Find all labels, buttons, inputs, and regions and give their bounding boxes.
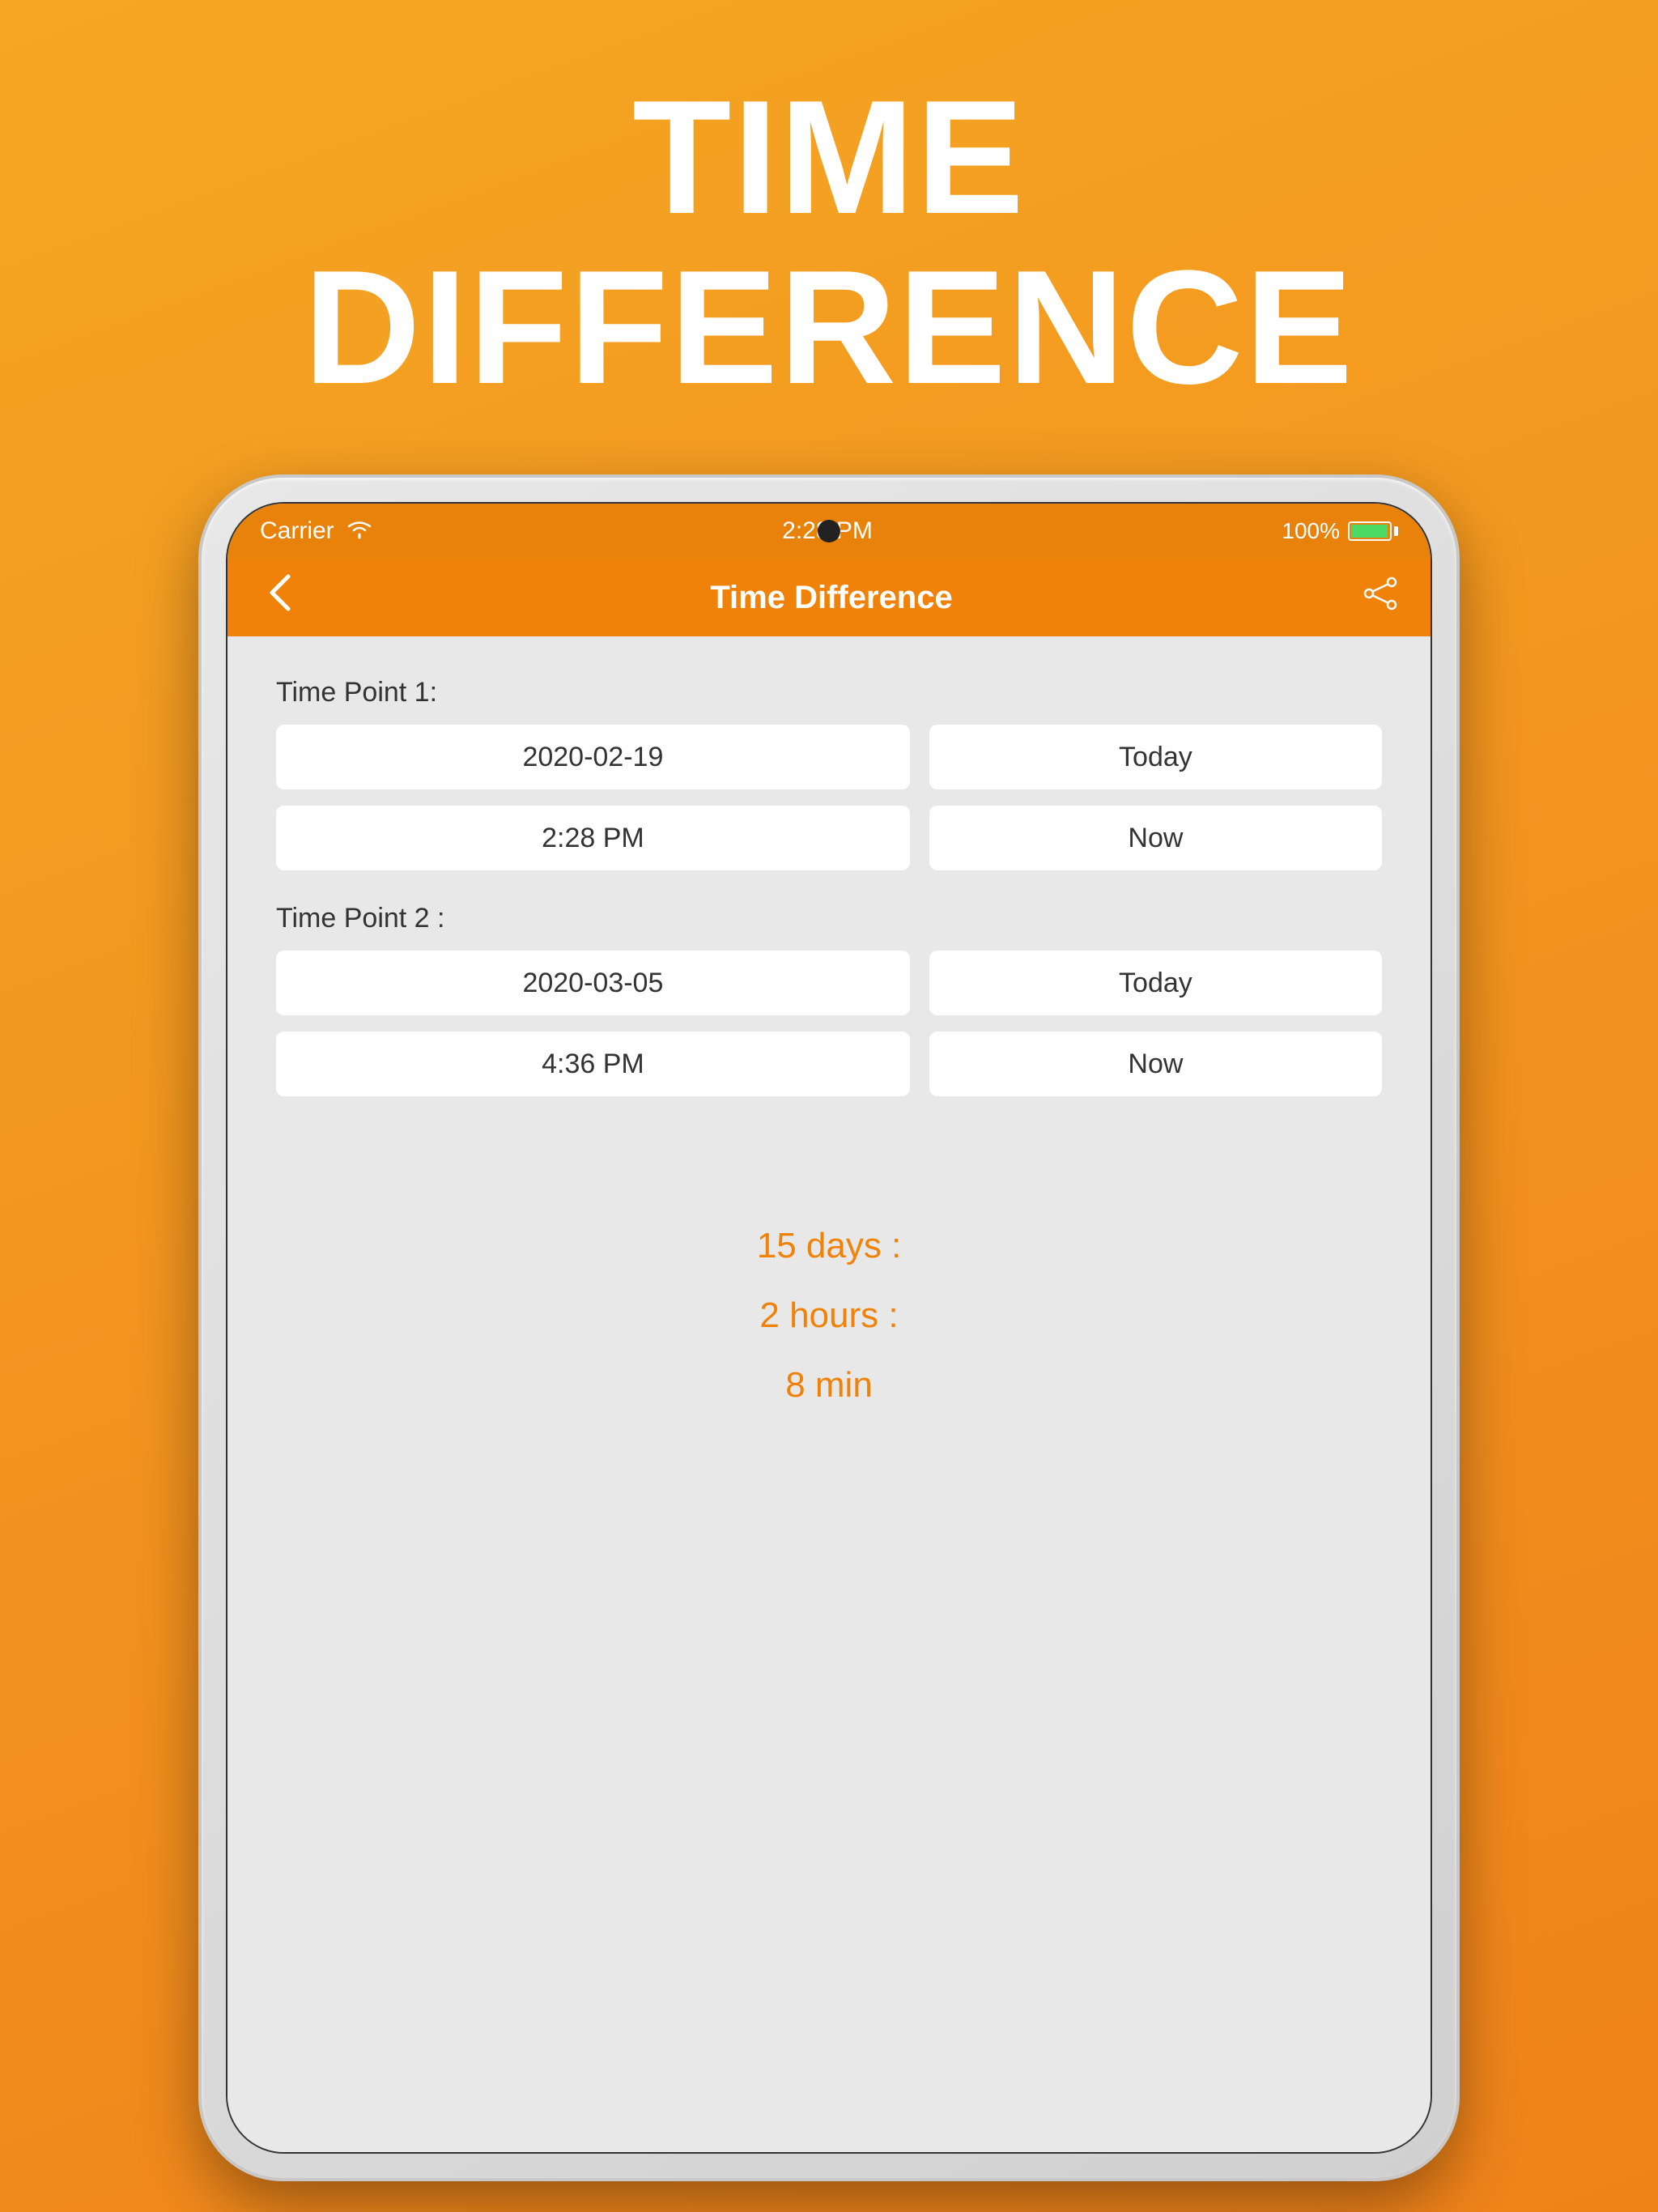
time-point-1-label: Time Point 1:	[276, 677, 1382, 708]
time-point-2-today-button[interactable]: Today	[929, 951, 1382, 1015]
time-point-1-today-button[interactable]: Today	[929, 725, 1382, 789]
nav-bar: Time Difference	[227, 559, 1431, 636]
time-point-1-date-row: 2020-02-19 Today	[276, 725, 1382, 789]
time-point-2-now-button[interactable]: Now	[929, 1032, 1382, 1096]
carrier-label: Carrier	[260, 517, 334, 545]
back-button[interactable]	[260, 564, 300, 631]
time-point-2-time-row: 4:36 PM Now	[276, 1032, 1382, 1096]
battery-icon	[1348, 521, 1398, 541]
result-section: 15 days : 2 hours : 8 min	[276, 1226, 1382, 1406]
share-button[interactable]	[1363, 576, 1398, 619]
tablet-screen: Carrier 2:28 PM 100%	[226, 502, 1432, 2154]
time-point-1-date-field[interactable]: 2020-02-19	[276, 725, 910, 789]
time-point-2-date-field[interactable]: 2020-03-05	[276, 951, 910, 1015]
camera	[818, 520, 840, 542]
battery-percent: 100%	[1282, 518, 1340, 544]
nav-title: Time Difference	[710, 580, 952, 616]
app-title: TIME DIFFERENCE	[304, 73, 1354, 413]
time-point-1-now-button[interactable]: Now	[929, 806, 1382, 870]
status-left: Carrier	[260, 517, 373, 545]
time-point-2-date-row: 2020-03-05 Today	[276, 951, 1382, 1015]
tablet-frame: Carrier 2:28 PM 100%	[202, 478, 1456, 2178]
time-point-1-time-field[interactable]: 2:28 PM	[276, 806, 910, 870]
status-right: 100%	[1282, 518, 1398, 544]
content-area: Time Point 1: 2020-02-19 Today 2:28 PM N…	[227, 636, 1431, 2152]
result-days: 15 days :	[276, 1226, 1382, 1266]
time-point-2-label: Time Point 2 :	[276, 903, 1382, 934]
result-minutes: 8 min	[276, 1365, 1382, 1406]
time-point-2-time-field[interactable]: 4:36 PM	[276, 1032, 910, 1096]
time-point-1-time-row: 2:28 PM Now	[276, 806, 1382, 870]
wifi-icon	[346, 518, 373, 545]
result-hours: 2 hours :	[276, 1295, 1382, 1336]
